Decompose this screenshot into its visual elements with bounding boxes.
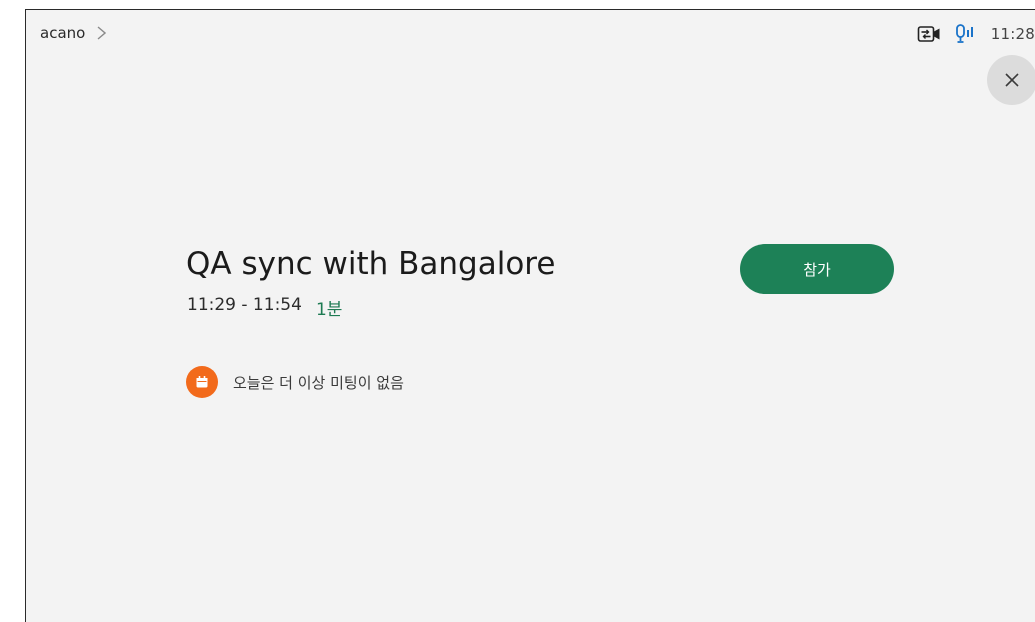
clock: 11:28 xyxy=(990,25,1035,43)
close-button[interactable] xyxy=(987,55,1035,105)
camera-share-icon[interactable] xyxy=(917,24,941,44)
meeting-title: QA sync with Bangalore xyxy=(186,246,556,282)
calendar-icon xyxy=(196,376,208,388)
meeting-time-range: 11:29 - 11:54 xyxy=(187,295,302,315)
status-bar: 11:28 xyxy=(917,23,1035,45)
join-button[interactable]: 참가 xyxy=(740,244,894,294)
no-more-meetings-notice: 오늘은 더 이상 미팅이 없음 xyxy=(186,366,404,398)
calendar-badge xyxy=(186,366,218,398)
no-more-meetings-text: 오늘은 더 이상 미팅이 없음 xyxy=(233,373,404,392)
microphone-levels-icon[interactable] xyxy=(955,24,977,44)
join-button-label: 참가 xyxy=(803,260,831,279)
meeting-screen: acano 11:28 QA sync with Bangalore 11:29… xyxy=(25,9,1035,622)
meeting-countdown: 1분 xyxy=(315,300,343,320)
chevron-right-icon xyxy=(97,26,107,40)
meeting-time: 11:29 - 11:54 1분 xyxy=(187,295,342,320)
breadcrumb-label: acano xyxy=(40,24,86,42)
close-icon xyxy=(1005,73,1019,87)
breadcrumb[interactable]: acano xyxy=(40,24,107,42)
